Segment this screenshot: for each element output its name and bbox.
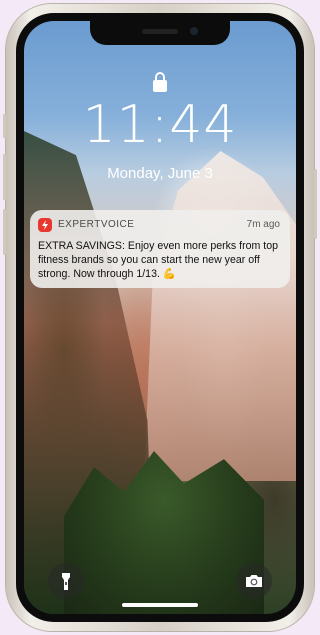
lock-screen-time: 11:44: [82, 95, 238, 155]
camera-button[interactable]: [236, 563, 272, 599]
lock-icon: [153, 72, 167, 92]
expertvoice-app-icon: [38, 218, 52, 232]
volume-up-button: [3, 154, 6, 200]
camera-icon: [246, 575, 262, 587]
phone-device: 11:44 Monday, June 3 EXPERTVOICE 7m ago …: [3, 4, 317, 631]
side-button: [314, 169, 317, 239]
volume-down-button: [3, 209, 6, 255]
flashlight-button[interactable]: [48, 563, 84, 599]
flashlight-icon: [62, 573, 70, 590]
lock-screen: 11:44 Monday, June 3 EXPERTVOICE 7m ago …: [24, 21, 296, 614]
notification-card[interactable]: EXPERTVOICE 7m ago EXTRA SAVINGS: Enjoy …: [30, 210, 290, 288]
notification-message: EXTRA SAVINGS: Enjoy even more perks fro…: [38, 240, 279, 281]
notch: [90, 21, 230, 45]
front-camera: [190, 27, 198, 35]
notification-time: 7m ago: [246, 219, 280, 230]
phone-bezel: 11:44 Monday, June 3 EXPERTVOICE 7m ago …: [16, 13, 304, 622]
wallpaper-mountain: [144, 151, 296, 481]
wallpaper-trees: [64, 451, 264, 614]
notification-app-name: EXPERTVOICE: [58, 219, 135, 230]
home-indicator[interactable]: [122, 603, 198, 607]
lightning-bolt-icon: [42, 220, 48, 230]
lock-screen-date: Monday, June 3: [107, 165, 213, 182]
earpiece-speaker: [142, 29, 178, 34]
mute-switch: [3, 114, 6, 138]
